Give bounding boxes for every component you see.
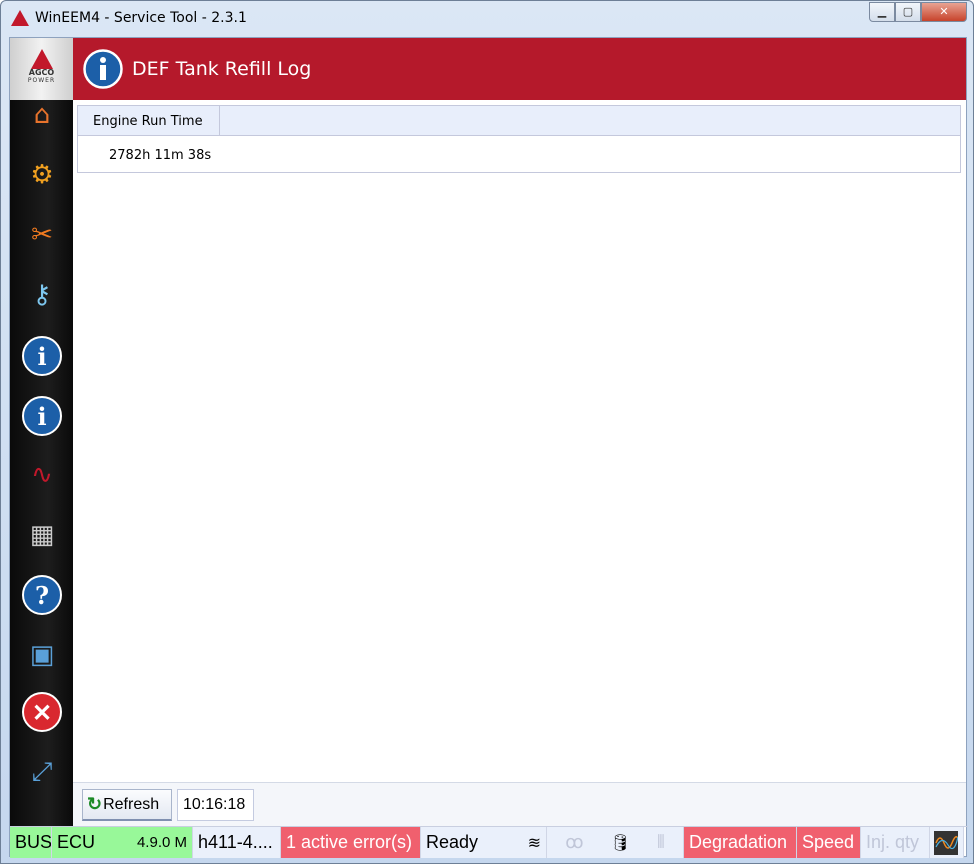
sidebar-item-save[interactable]: ▣ bbox=[21, 634, 63, 676]
sidebar-item-help[interactable]: ? bbox=[21, 574, 63, 616]
maximize-button[interactable]: ▢ bbox=[895, 2, 921, 22]
client-area: AGCO POWER ⌂ ⚙ ✂ ⚷ i i ∿ ▦? ▣ ✕ ⤢ DEF Tank Refill … bbox=[9, 37, 968, 858]
tools-icon: ✂ bbox=[31, 220, 53, 250]
degradation-status: Degradation bbox=[684, 827, 797, 858]
home-icon: ⌂ bbox=[33, 100, 51, 130]
sidebar-item-key[interactable]: ⚷ bbox=[21, 274, 63, 316]
glow-plug-icon: ≋ bbox=[527, 834, 541, 852]
refresh-icon: ↻ bbox=[87, 794, 103, 814]
sidebar-item-signal[interactable]: ∿ bbox=[21, 454, 63, 496]
ecu-status: ECU 4.9.0 M bbox=[52, 827, 193, 858]
refresh-button[interactable]: ↻ Refresh bbox=[82, 789, 172, 821]
sidebar-item-tools[interactable]: ✂ bbox=[21, 214, 63, 256]
application-window: WinEEM4 - Service Tool - 2.3.1 ▁ ▢ ✕ AGC… bbox=[0, 0, 974, 864]
oscilloscope-icon[interactable] bbox=[930, 827, 964, 858]
sidebar-item-exit[interactable]: ✕ bbox=[21, 691, 63, 733]
active-errors-status[interactable]: 1 active error(s) bbox=[281, 827, 421, 858]
info-icon: i bbox=[22, 336, 62, 376]
window-title: WinEEM4 - Service Tool - 2.3.1 bbox=[35, 10, 247, 26]
engine-run-time-cell: 2782h 11m 38s bbox=[109, 148, 212, 163]
exit-icon: ✕ bbox=[22, 692, 62, 732]
app-logo-icon bbox=[11, 10, 29, 26]
indicator-icons: ꝏ 🛢 ⫴ bbox=[547, 827, 684, 858]
page-title: DEF Tank Refill Log bbox=[132, 58, 312, 80]
settings-icon: ⚙ bbox=[30, 160, 54, 190]
info-icon bbox=[83, 49, 123, 89]
binary-icon: ▦ bbox=[29, 520, 55, 550]
speed-status: Speed bbox=[797, 827, 861, 858]
agco-power-logo: AGCO POWER bbox=[10, 38, 73, 100]
sidebar-item-fullscreen[interactable]: ⤢ bbox=[21, 751, 63, 793]
status-bar: BUS ECU 4.9.0 M h411-4.... 1 active erro… bbox=[10, 826, 968, 858]
minimize-button[interactable]: ▁ bbox=[869, 2, 895, 22]
column-header-engine-run-time[interactable]: Engine Run Time bbox=[78, 106, 220, 135]
sidebar-item-info-settings[interactable]: i bbox=[21, 395, 63, 437]
sidebar-item-binary[interactable]: ▦ bbox=[21, 514, 63, 556]
save-icon: ▣ bbox=[29, 640, 55, 670]
preheat-coil-icon: ꝏ bbox=[565, 832, 584, 852]
sidebar-item-home[interactable]: ⌂ bbox=[21, 94, 63, 136]
title-bar[interactable]: WinEEM4 - Service Tool - 2.3.1 ▁ ▢ ✕ bbox=[1, 1, 973, 36]
bottom-toolbar: ↻ Refresh 10:16:18 bbox=[73, 782, 966, 826]
ready-status: Ready ≋ bbox=[421, 827, 547, 858]
time-display: 10:16:18 bbox=[177, 789, 254, 821]
key-icon: ⚷ bbox=[32, 280, 52, 310]
bus-status: BUS bbox=[10, 827, 52, 858]
injection-quantity-status: Inj. qty bbox=[861, 827, 930, 858]
oil-can-icon: 🛢 bbox=[610, 834, 631, 852]
close-button[interactable]: ✕ bbox=[921, 2, 967, 22]
info-settings-icon: i bbox=[22, 396, 62, 436]
refill-log-table: Engine Run Time 2782h 11m 38s bbox=[77, 105, 961, 173]
sidebar-item-settings[interactable]: ⚙ bbox=[21, 154, 63, 196]
help-icon: ? bbox=[22, 575, 62, 615]
page-header: DEF Tank Refill Log bbox=[73, 38, 966, 100]
signal-icon: ∿ bbox=[31, 460, 53, 490]
file-name: h411-4.... bbox=[193, 827, 281, 858]
sidebar: AGCO POWER ⌂ ⚙ ✂ ⚷ i i ∿ ▦? ▣ ✕ ⤢ bbox=[10, 38, 73, 858]
sidebar-item-info[interactable]: i bbox=[21, 335, 63, 377]
coolant-temperature-icon: ⫴ bbox=[657, 832, 665, 852]
fullscreen-icon: ⤢ bbox=[31, 756, 53, 787]
table-row[interactable]: 2782h 11m 38s bbox=[78, 136, 960, 163]
